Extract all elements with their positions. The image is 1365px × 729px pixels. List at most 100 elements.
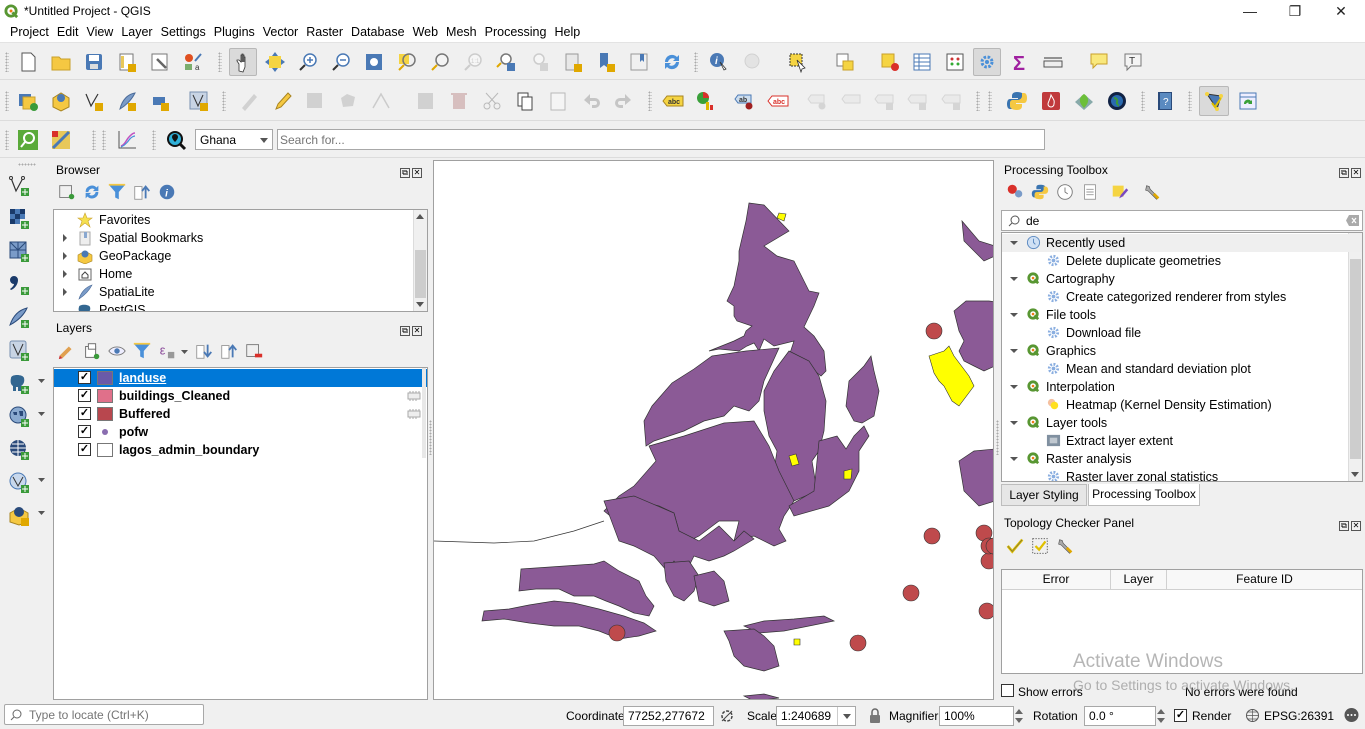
- layer-visibility-checkbox[interactable]: ✓: [78, 407, 91, 420]
- refresh-table-icon[interactable]: [1236, 89, 1260, 113]
- algorithm-group[interactable]: Recently used: [1002, 234, 1362, 252]
- layer-item-lagos-admin-boundary[interactable]: ✓ lagos_admin_boundary: [54, 441, 427, 459]
- expand-arrow-icon[interactable]: [63, 288, 67, 296]
- new-map-view-icon[interactable]: [561, 50, 585, 74]
- undock-icon[interactable]: ⧉: [400, 326, 410, 336]
- collapse-arrow-icon[interactable]: [1010, 385, 1018, 389]
- text-annotation-icon[interactable]: T: [1121, 50, 1145, 74]
- close-panel-icon[interactable]: ✕: [412, 326, 422, 336]
- browser-item-geopackage[interactable]: GeoPackage: [54, 247, 427, 265]
- toolbar-grip[interactable]: [5, 52, 9, 72]
- country-select[interactable]: Ghana: [195, 129, 273, 150]
- menu-web[interactable]: Web: [409, 23, 442, 42]
- new-project-icon[interactable]: [16, 50, 40, 74]
- collapse-all-icon[interactable]: [219, 341, 239, 361]
- rotation-spinner[interactable]: [1155, 706, 1167, 726]
- magnifier-field[interactable]: 100%: [939, 706, 1014, 726]
- algorithm-item[interactable]: Mean and standard deviation plot: [1002, 360, 1362, 378]
- refresh-icon[interactable]: [82, 182, 102, 202]
- browser-item-spatialite[interactable]: SpatiaLite: [54, 283, 427, 301]
- chevron-down-icon[interactable]: [38, 379, 45, 384]
- expand-arrow-icon[interactable]: [63, 252, 67, 260]
- add-delimited-text-layer-icon[interactable]: [7, 272, 31, 296]
- metasearch-icon[interactable]: [16, 128, 40, 152]
- layers-scrollbar[interactable]: [422, 368, 426, 458]
- open-layer-styling-icon[interactable]: [57, 341, 77, 361]
- algorithm-item[interactable]: Create categorized renderer from styles: [1002, 288, 1362, 306]
- remove-layer-icon[interactable]: [244, 341, 264, 361]
- current-edits-icon[interactable]: [237, 89, 261, 113]
- buffer-circle[interactable]: [925, 322, 943, 340]
- plugin-globe-icon[interactable]: [1105, 89, 1129, 113]
- help-book-icon[interactable]: ?: [1153, 89, 1177, 113]
- buffer-circle[interactable]: [902, 584, 920, 602]
- save-edits-icon[interactable]: [303, 89, 327, 113]
- buffer-circle[interactable]: [978, 602, 994, 620]
- pan-to-selection-icon[interactable]: [263, 50, 287, 74]
- layer-item-buildings-cleaned[interactable]: ✓ buildings_Cleaned: [54, 387, 427, 405]
- lock-scale-icon[interactable]: [869, 708, 881, 723]
- layer-visibility-checkbox[interactable]: ✓: [78, 425, 91, 438]
- scrollbar-thumb[interactable]: [415, 250, 426, 298]
- info-icon[interactable]: i: [157, 182, 177, 202]
- expand-arrow-icon[interactable]: [63, 234, 67, 242]
- menu-processing[interactable]: Processing: [481, 23, 551, 42]
- add-wfs-layer-icon[interactable]: [7, 470, 31, 494]
- layer-visibility-checkbox[interactable]: ✓: [78, 371, 91, 384]
- magnifier-spinner[interactable]: [1013, 706, 1025, 726]
- python-scripts-icon[interactable]: [1030, 182, 1050, 202]
- chevron-down-icon[interactable]: [38, 412, 45, 417]
- new-temporary-layer-icon[interactable]: [148, 89, 172, 113]
- collapse-all-icon[interactable]: [132, 182, 152, 202]
- splitter-handle[interactable]: [429, 420, 432, 455]
- add-feature-icon[interactable]: [336, 89, 360, 113]
- zoom-last-icon[interactable]: [494, 50, 518, 74]
- buffer-circle[interactable]: [608, 624, 626, 642]
- label-visibility-icon[interactable]: [840, 89, 864, 113]
- new-virtual-layer-icon[interactable]: [187, 89, 211, 113]
- menu-mesh[interactable]: Mesh: [442, 23, 481, 42]
- algorithm-group[interactable]: Interpolation: [1002, 378, 1362, 396]
- render-checkbox[interactable]: ✓: [1174, 709, 1187, 722]
- landuse-polygon[interactable]: [663, 560, 700, 602]
- cut-features-icon[interactable]: [480, 89, 504, 113]
- layer-diagram-icon[interactable]: [694, 89, 718, 113]
- move-label-icon[interactable]: [873, 89, 897, 113]
- algorithm-group[interactable]: Raster analysis: [1002, 450, 1362, 468]
- undock-icon[interactable]: ⧉: [400, 168, 410, 178]
- menu-raster[interactable]: Raster: [302, 23, 347, 42]
- add-vector-layer-icon[interactable]: [7, 173, 31, 197]
- temporary-layer-icon[interactable]: [407, 390, 421, 402]
- new-shapefile-layer-icon[interactable]: [82, 89, 106, 113]
- chevron-down-icon[interactable]: [38, 478, 45, 483]
- zoom-native-resolution-icon[interactable]: 1:1: [461, 50, 485, 74]
- scroll-up-icon[interactable]: [416, 214, 424, 219]
- new-bookmark-icon[interactable]: [594, 50, 618, 74]
- buffer-circle[interactable]: [980, 552, 994, 570]
- data-source-manager-icon[interactable]: [16, 89, 40, 113]
- expand-arrow-icon[interactable]: [63, 270, 67, 278]
- validate-all-icon[interactable]: [1005, 536, 1025, 556]
- building-polygon[interactable]: [793, 638, 801, 646]
- landuse-polygon[interactable]: [961, 219, 994, 262]
- copy-features-icon[interactable]: [513, 89, 537, 113]
- close-panel-icon[interactable]: ✕: [1351, 168, 1361, 178]
- vertex-tool-icon[interactable]: [369, 89, 393, 113]
- algorithm-search-box[interactable]: [1001, 210, 1363, 231]
- close-button[interactable]: ✕: [1318, 0, 1364, 23]
- delete-selected-icon[interactable]: [447, 89, 471, 113]
- scale-dropdown-button[interactable]: [837, 707, 855, 725]
- layer-symbol-swatch[interactable]: [97, 407, 113, 421]
- browser-item-favorites[interactable]: Favorites: [54, 211, 427, 229]
- collapse-arrow-icon[interactable]: [1010, 421, 1018, 425]
- highlight-pinned-labels-icon[interactable]: ab: [733, 89, 757, 113]
- style-manager-icon[interactable]: a: [181, 50, 205, 74]
- algorithm-item[interactable]: Download file: [1002, 324, 1362, 342]
- edit-features-in-place-icon[interactable]: [1110, 182, 1130, 202]
- scale-combobox[interactable]: 1:240689: [776, 706, 856, 726]
- clear-search-icon[interactable]: [1346, 215, 1359, 226]
- plugin-fire-icon[interactable]: [1039, 89, 1063, 113]
- validate-extent-icon[interactable]: [1030, 536, 1050, 556]
- field-calculator-icon[interactable]: [943, 50, 967, 74]
- browser-item-postgis[interactable]: PostGIS: [54, 301, 427, 311]
